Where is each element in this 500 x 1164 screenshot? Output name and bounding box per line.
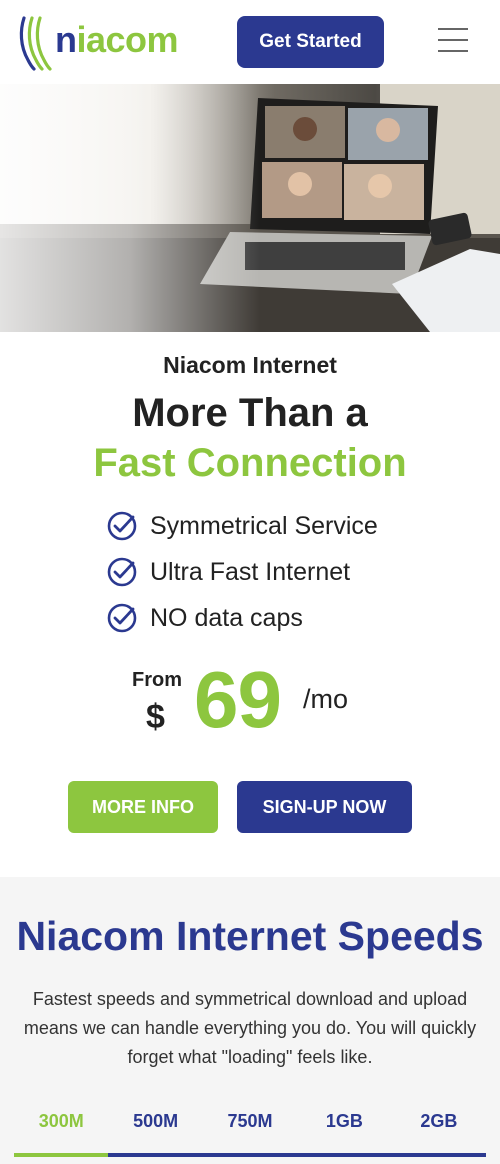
tab-label: 750M — [227, 1111, 273, 1131]
tab-500m[interactable]: 500M — [108, 1105, 203, 1159]
headline-line-1: More Than a — [132, 391, 368, 435]
logo-wordmark-rest: iacom — [76, 19, 179, 60]
price-currency: $ — [146, 698, 165, 736]
logo-waves-icon — [19, 16, 52, 71]
hero-image — [0, 84, 500, 332]
feature-list: Symmetrical Service Ultra Fast Internet … — [106, 503, 436, 641]
tab-indicator — [297, 1153, 392, 1157]
hero-headline: More Than a Fast Connection — [0, 388, 500, 488]
feature-item: Symmetrical Service — [106, 503, 436, 549]
tab-label: 500M — [133, 1111, 179, 1131]
tab-750m[interactable]: 750M — [202, 1105, 298, 1159]
feature-item: Ultra Fast Internet — [106, 549, 436, 595]
check-circle-icon — [107, 603, 137, 633]
logo-wordmark-first: n — [55, 19, 77, 60]
check-circle-icon — [107, 511, 137, 541]
signup-button[interactable]: SIGN-UP NOW — [237, 781, 412, 833]
speeds-title: Niacom Internet Speeds — [16, 913, 484, 959]
logo-wordmark: niacom — [55, 19, 179, 61]
tab-indicator — [14, 1153, 109, 1157]
feature-label: NO data caps — [150, 603, 303, 632]
niacom-logo[interactable]: niacom — [18, 12, 183, 72]
price-block: From $ 69 /mo — [0, 655, 500, 750]
tab-label: 1GB — [325, 1111, 363, 1131]
tab-indicator — [391, 1153, 487, 1157]
hero-fade-overlay — [0, 84, 260, 332]
site-header: niacom Get Started — [0, 0, 500, 84]
section-eyebrow: Niacom Internet — [163, 352, 337, 378]
more-info-button[interactable]: MORE INFO — [68, 781, 218, 833]
feature-label: Symmetrical Service — [150, 511, 378, 540]
price-period: /mo — [303, 684, 349, 714]
speeds-description: Fastest speeds and symmetrical download … — [23, 989, 477, 1067]
check-circle-icon — [107, 557, 137, 587]
feature-label: Ultra Fast Internet — [150, 557, 351, 586]
price-amount: 69 — [194, 655, 282, 744]
tab-label: 300M — [38, 1111, 84, 1131]
price-from-label: From — [132, 669, 182, 691]
menu-icon[interactable] — [438, 28, 468, 54]
tab-2gb[interactable]: 2GB — [391, 1105, 487, 1159]
tab-300m[interactable]: 300M — [14, 1105, 109, 1159]
tab-1gb[interactable]: 1GB — [297, 1105, 392, 1159]
get-started-button[interactable]: Get Started — [237, 16, 384, 68]
feature-item: NO data caps — [106, 595, 436, 641]
speed-tabs: 300M 500M 750M 1GB 2GB — [14, 1105, 487, 1159]
headline-line-2: Fast Connection — [93, 441, 407, 485]
speeds-section: Niacom Internet Speeds Fastest speeds an… — [0, 877, 500, 1164]
tab-indicator — [202, 1153, 298, 1157]
tab-label: 2GB — [420, 1111, 458, 1131]
tab-indicator — [108, 1153, 203, 1157]
